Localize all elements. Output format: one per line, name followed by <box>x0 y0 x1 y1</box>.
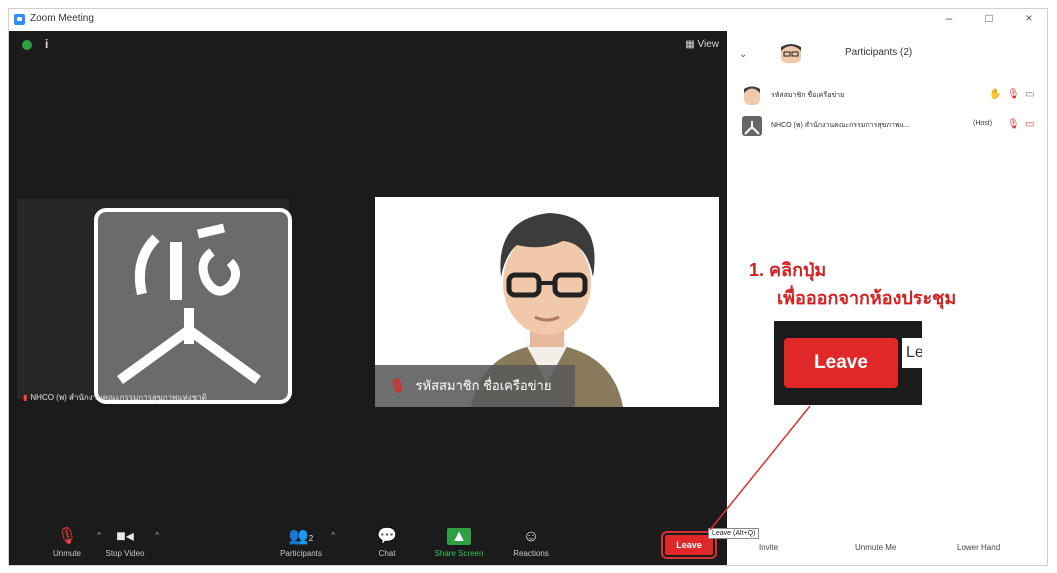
title-bar: Zoom Meeting – □ × <box>9 9 1047 32</box>
chat-bubble-icon: 💬 <box>377 528 397 545</box>
nhco-logo-image <box>94 208 292 404</box>
meeting-toolbar: 🎙 Unmute ^ ■◂ Stop Video ^ 👥2 Participan… <box>9 523 727 565</box>
zoom-app-icon <box>14 14 25 25</box>
host-tag: (Host) <box>973 120 993 127</box>
video-stage: i ▦ View ▮ NHCO (พ) สำนักงานคณะกรรมการสุข… <box>9 31 727 565</box>
leave-button-zoom-callout: Leave Le <box>774 321 922 405</box>
participant-row[interactable]: NHCO (พ) สำนักงานคณะกรรมการสุขภาพแ... (H… <box>727 111 1047 141</box>
grid-icon: ▦ <box>685 39 698 50</box>
participant-name: รหัสสมาชิก ชื่อเครือข่าย <box>771 92 845 99</box>
close-button[interactable]: × <box>1017 11 1041 25</box>
window-title: Zoom Meeting <box>30 13 94 24</box>
meeting-info-icon[interactable]: i <box>45 37 48 51</box>
muted-microphone-icon: ▮ <box>23 393 28 402</box>
smiley-icon: ☺ <box>522 528 540 545</box>
chat-button[interactable]: 💬 Chat <box>357 525 417 558</box>
people-icon: 👥2 <box>288 528 314 545</box>
video-camera-icon[interactable]: ▭ <box>1025 89 1034 100</box>
collapse-panel-icon[interactable]: ⌄ <box>739 49 747 60</box>
unmute-me-button[interactable]: Unmute Me <box>855 543 896 552</box>
maximize-button[interactable]: □ <box>977 11 1001 25</box>
video-tile-participant[interactable]: 🎙 รหัสสมาชิก ชื่อเครือข่าย <box>375 197 719 407</box>
zoomed-leave-button: Leave <box>784 338 898 388</box>
muted-microphone-icon[interactable]: 🎙 <box>1007 89 1020 100</box>
nhco-logo-mark <box>117 223 261 385</box>
reactions-button[interactable]: ☺ Reactions <box>501 525 561 558</box>
stop-video-button[interactable]: ■◂ Stop Video ^ <box>95 525 160 558</box>
encryption-shield-icon[interactable] <box>22 40 32 50</box>
instruction-annotation: 1. คลิกปุ่ม เพื่อออกจากห้องประชุม <box>749 256 956 312</box>
leave-tooltip: Leave (Alt+Q) <box>708 528 760 539</box>
video-tile-host[interactable] <box>17 199 292 404</box>
minimize-button[interactable]: – <box>937 11 961 25</box>
muted-microphone-icon: 🎙 <box>56 528 78 545</box>
chevron-up-icon[interactable]: ^ <box>331 531 335 540</box>
lower-hand-button[interactable]: Lower Hand <box>957 543 1000 552</box>
participant-name-label: 🎙 รหัสสมาชิก ชื่อเครือข่าย <box>375 365 575 407</box>
view-button[interactable]: ▦ View <box>685 39 719 50</box>
host-name-label: ▮ NHCO (พ) สำนักงานคณะกรรมการสุขภาพแห่งชา… <box>23 393 207 402</box>
nhco-avatar-icon <box>742 116 762 136</box>
raise-hand-icon: ✋ <box>989 89 1002 100</box>
participant-name: NHCO (พ) สำนักงานคณะกรรมการสุขภาพแ... <box>771 122 910 129</box>
participant-row[interactable]: รหัสสมาชิก ชื่อเครือข่าย ✋ 🎙 ▭ <box>727 81 1047 111</box>
zoomed-tooltip-fragment: Le <box>902 338 922 368</box>
invite-button[interactable]: Invite <box>759 543 778 552</box>
share-screen-icon: ▲ <box>429 525 489 549</box>
share-screen-button[interactable]: ▲ Share Screen <box>429 525 489 558</box>
participants-count: 2 <box>308 534 314 543</box>
view-label: View <box>697 39 720 50</box>
participants-button[interactable]: 👥2 Participants ^ <box>271 525 335 558</box>
participant-avatar-icon <box>781 44 801 63</box>
chevron-up-icon[interactable]: ^ <box>155 531 159 540</box>
panel-title: Participants (2) <box>845 47 913 58</box>
video-camera-icon: ■◂ <box>116 528 134 545</box>
unmute-button[interactable]: 🎙 Unmute ^ <box>37 525 101 558</box>
participant-avatar-icon <box>744 86 760 105</box>
instruction-line-1: 1. คลิกปุ่ม <box>749 260 827 280</box>
video-off-icon[interactable]: ▭ <box>1025 119 1034 130</box>
muted-microphone-icon: 🎙 <box>389 378 406 393</box>
instruction-line-2: เพื่อออกจากห้องประชุม <box>777 288 957 308</box>
leave-button[interactable]: Leave <box>661 531 717 559</box>
muted-microphone-icon[interactable]: 🎙 <box>1007 119 1020 130</box>
